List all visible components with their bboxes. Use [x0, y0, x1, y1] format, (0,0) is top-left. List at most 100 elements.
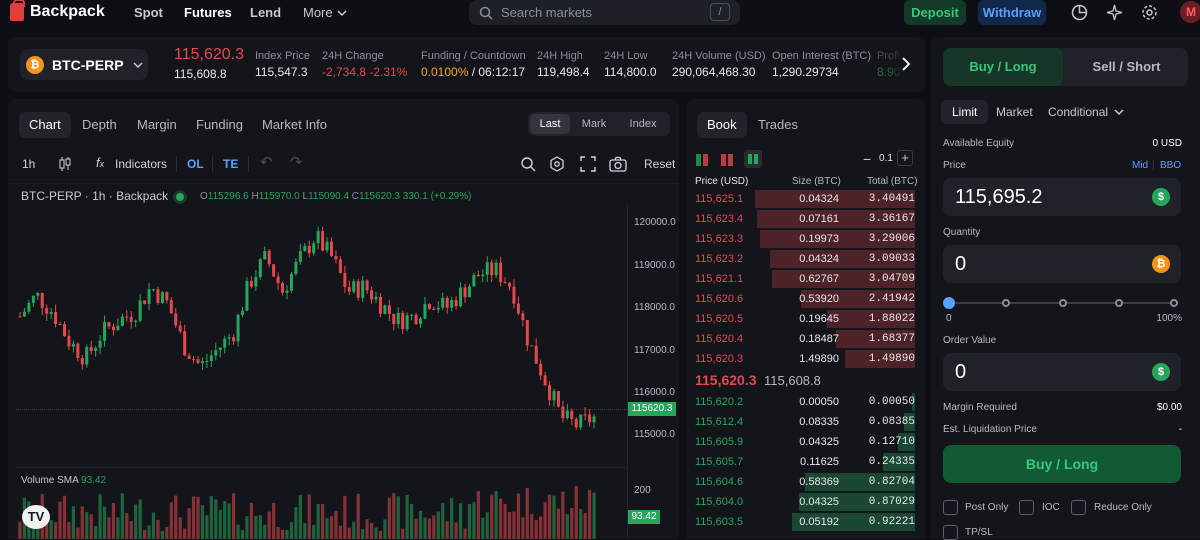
ask-row[interactable]: 115,623.4 0.07161 3.36167	[686, 209, 925, 229]
stat-value-index: 115,547.3	[255, 65, 308, 79]
order-form-panel: Buy / Long Sell / Short Limit Market Con…	[931, 37, 1200, 540]
ask-total: 3.36167	[868, 213, 915, 225]
candle-body	[552, 391, 556, 401]
volume-bar	[369, 522, 374, 539]
quantity-input[interactable]: 0 ₿	[943, 245, 1181, 283]
bid-row[interactable]: 115,620.2 0.00050 0.00050	[686, 392, 925, 412]
volume-bar	[352, 521, 356, 539]
book-bids-toggle[interactable]	[744, 150, 762, 168]
price-bbo-button[interactable]: BBO	[1160, 160, 1181, 171]
book-asks-icon[interactable]	[721, 154, 733, 166]
book-both-icon[interactable]	[696, 154, 708, 166]
submit-buy-long-button[interactable]: Buy / Long	[943, 445, 1181, 483]
ask-row[interactable]: 115,620.4 0.18487 1.68377	[686, 329, 925, 349]
buy-long-tab[interactable]: Buy / Long	[943, 48, 1063, 86]
volume-bar	[588, 490, 592, 539]
market-selector[interactable]: ₿ BTC-PERP	[20, 49, 148, 80]
volume-bar	[570, 508, 574, 539]
ask-total: 1.49890	[868, 353, 915, 365]
ask-row[interactable]: 115,623.3 0.19973 3.29006	[686, 229, 925, 249]
withdraw-button[interactable]: Withdraw	[978, 0, 1046, 25]
candle-body	[245, 281, 249, 311]
backpack-logo[interactable]: Backpack	[10, 0, 105, 21]
step-increase-button[interactable]: +	[897, 150, 913, 166]
chevron-down-icon	[337, 9, 347, 16]
quantity-label: Quantity	[943, 227, 981, 238]
slider-step[interactable]	[1170, 299, 1178, 307]
book-bids-icon	[748, 154, 758, 164]
order-type-conditional[interactable]: Conditional	[1048, 100, 1124, 124]
candle-body	[334, 255, 338, 260]
tp-sl-checkbox[interactable]	[943, 525, 958, 540]
search-input[interactable]: Search markets /	[469, 0, 740, 25]
slider-step[interactable]	[1115, 299, 1123, 307]
bitcoin-icon: ₿	[26, 55, 44, 74]
search-shortcut: /	[710, 3, 730, 21]
volume-bar	[289, 522, 294, 539]
order-type-limit[interactable]: Limit	[941, 100, 989, 124]
volume-bar	[223, 501, 227, 539]
avatar[interactable]: M	[1180, 1, 1200, 23]
candle-body	[490, 262, 494, 276]
candle-body	[85, 347, 89, 365]
reset-button[interactable]: Reset	[644, 157, 675, 171]
ask-row[interactable]: 115,620.6 0.53920 2.41942	[686, 289, 925, 309]
slider-step[interactable]	[1059, 299, 1067, 307]
deposit-button[interactable]: Deposit	[904, 0, 966, 25]
slider-thumb[interactable]	[943, 297, 955, 309]
bid-row[interactable]: 115,604.0 0.04325 0.87029	[686, 492, 925, 512]
order-type-market[interactable]: Market	[996, 100, 1033, 124]
candle-body	[543, 375, 547, 386]
volume-bar	[458, 503, 463, 539]
slider-step[interactable]	[1002, 299, 1010, 307]
candle-body	[156, 289, 160, 303]
candle-body	[548, 385, 552, 401]
ask-row[interactable]: 115,623.2 0.04324 3.09033	[686, 249, 925, 269]
price-tick: 115000.0	[634, 429, 675, 440]
sparkle-icon[interactable]	[1106, 4, 1123, 21]
ask-row[interactable]: 115,620.5 0.19645 1.88022	[686, 309, 925, 329]
bid-row[interactable]: 115,605.9 0.04325 0.12710	[686, 432, 925, 452]
funding-rate: 0.0100%	[421, 65, 469, 79]
bid-row[interactable]: 115,603.5 0.05192 0.92221	[686, 512, 925, 532]
ask-total: 1.88022	[868, 313, 915, 325]
price-input[interactable]: 115,695.2 $	[943, 178, 1181, 216]
nav-more[interactable]: More	[303, 5, 347, 20]
post-only-checkbox[interactable]	[943, 500, 958, 515]
volume-bar	[76, 527, 80, 539]
bitcoin-icon: ₿	[1152, 255, 1170, 273]
volume-bar	[71, 506, 75, 539]
gear-icon[interactable]	[1141, 4, 1158, 21]
candle-body	[343, 273, 347, 288]
ioc-checkbox[interactable]	[1019, 500, 1034, 515]
price-mid-button[interactable]: Mid	[1132, 160, 1148, 171]
volume-bar	[454, 522, 458, 539]
order-value-input[interactable]: 0 $	[943, 353, 1181, 391]
nav-lend[interactable]: Lend	[250, 5, 281, 20]
ask-row[interactable]: 115,620.3 1.49890 1.49890	[686, 349, 925, 369]
ask-row[interactable]: 115,625.1 0.04324 3.40491	[686, 189, 925, 209]
volume-bar	[125, 513, 129, 539]
tab-book[interactable]: Book	[697, 112, 747, 138]
bid-row[interactable]: 115,605.7 0.11625 0.24335	[686, 452, 925, 472]
tradingview-logo[interactable]: TV	[22, 505, 50, 529]
volume-bar	[214, 499, 218, 539]
volume-bar	[196, 496, 200, 539]
tab-trades[interactable]: Trades	[748, 112, 808, 138]
sell-short-tab[interactable]: Sell / Short	[1065, 48, 1188, 86]
reduce-only-checkbox[interactable]	[1071, 500, 1086, 515]
pie-chart-icon[interactable]	[1071, 4, 1088, 21]
volume-bar	[218, 509, 222, 539]
candlestick-chart[interactable]	[8, 99, 628, 539]
step-decrease-button[interactable]: −	[863, 151, 871, 167]
bid-row[interactable]: 115,612.4 0.08335 0.08385	[686, 412, 925, 432]
nav-spot[interactable]: Spot	[134, 5, 163, 20]
volume-bar	[387, 497, 391, 539]
price-label: Price	[943, 160, 966, 171]
nav-futures[interactable]: Futures	[184, 5, 232, 20]
quantity-slider[interactable]	[943, 297, 1178, 309]
price-type-index[interactable]: Index	[622, 114, 664, 134]
bid-row[interactable]: 115,604.6 0.58369 0.82704	[686, 472, 925, 492]
ask-row[interactable]: 115,621.1 0.62767 3.04709	[686, 269, 925, 289]
chevron-right-icon[interactable]	[901, 56, 911, 72]
